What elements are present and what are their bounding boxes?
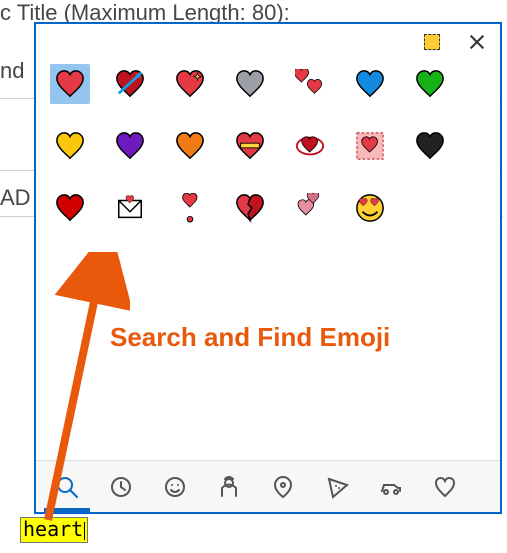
emoji-heart-with-arrow[interactable] <box>110 64 150 104</box>
emoji-beating-heart[interactable] <box>290 126 330 166</box>
annotation-label: Search and Find Emoji <box>110 322 390 353</box>
emoji-grey-heart[interactable] <box>230 64 270 104</box>
emoji-purple-heart[interactable] <box>110 126 150 166</box>
annotation-arrow <box>30 252 130 532</box>
background-text: AD <box>0 185 31 211</box>
emoji-love-letter[interactable] <box>110 188 150 228</box>
emoji-orange-heart[interactable] <box>170 126 210 166</box>
emoji-yellow-heart[interactable] <box>50 126 90 166</box>
emoji-heart-decoration[interactable] <box>350 126 390 166</box>
category-symbols[interactable] <box>430 467 460 507</box>
emoji-broken-heart[interactable] <box>230 188 270 228</box>
emoji-heart-with-ribbon[interactable] <box>230 126 270 166</box>
background-text: nd <box>0 58 24 84</box>
category-transport[interactable] <box>376 467 406 507</box>
emoji-panel-titlebar <box>36 24 500 54</box>
emoji-heavy-red-heart[interactable] <box>50 188 90 228</box>
category-places[interactable] <box>268 467 298 507</box>
category-food[interactable] <box>322 467 352 507</box>
emoji-red-heart[interactable] <box>50 64 90 104</box>
emoji-sparkling-heart[interactable] <box>170 64 210 104</box>
emoji-black-heart[interactable] <box>410 126 450 166</box>
category-people[interactable] <box>214 467 244 507</box>
emoji-blue-heart[interactable] <box>350 64 390 104</box>
emoji-green-heart[interactable] <box>410 64 450 104</box>
selection-marker-icon <box>424 34 440 50</box>
close-button[interactable] <box>468 33 486 51</box>
emoji-revolving-hearts[interactable] <box>290 64 330 104</box>
emoji-heart-eyes-face[interactable] <box>350 188 390 228</box>
category-smileys[interactable] <box>160 467 190 507</box>
emoji-heavy-heart-exclamation[interactable] <box>170 188 210 228</box>
emoji-two-hearts[interactable] <box>290 188 330 228</box>
